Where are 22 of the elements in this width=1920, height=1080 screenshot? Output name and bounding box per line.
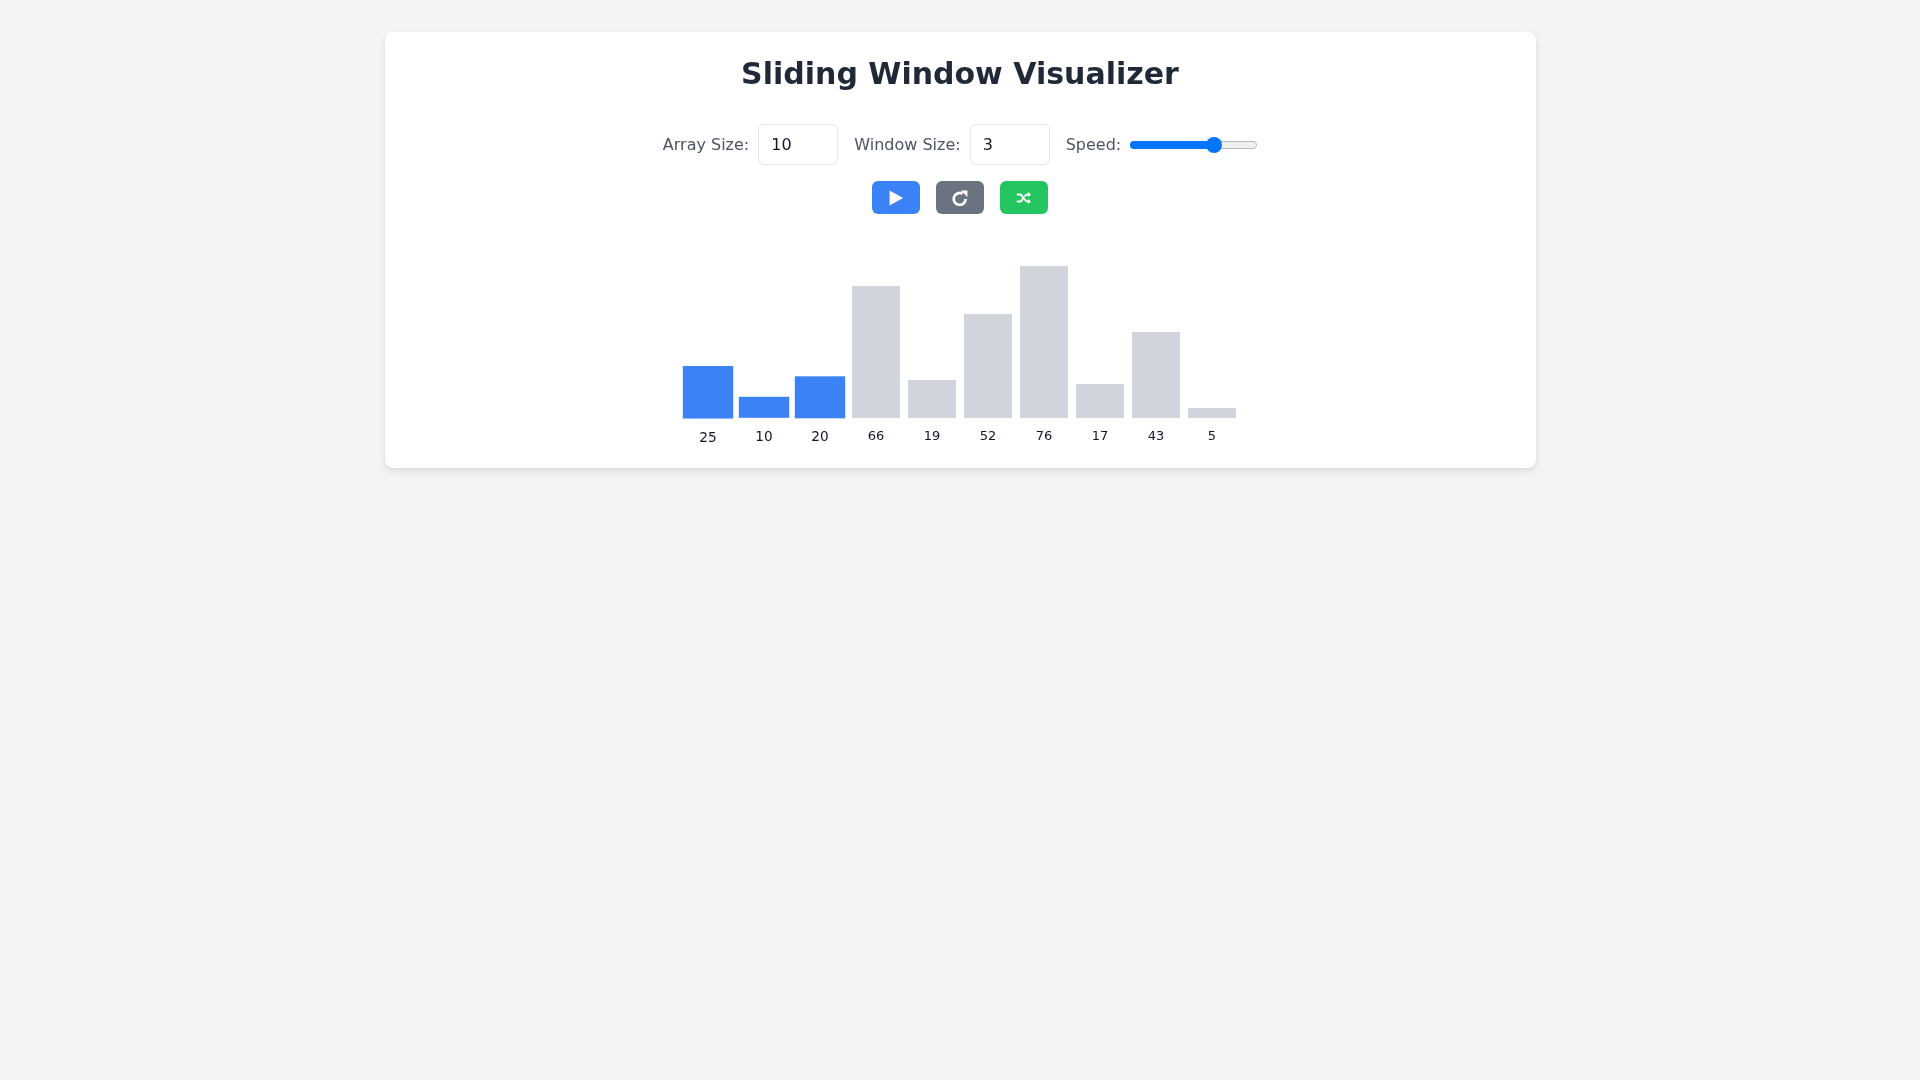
bar-value: 43 bbox=[1147, 427, 1165, 445]
bar-value: 52 bbox=[979, 427, 997, 445]
reset-button[interactable] bbox=[936, 181, 984, 214]
bar-value: 25 bbox=[699, 428, 717, 447]
circular-arrow-icon bbox=[952, 189, 968, 206]
bar-value: 76 bbox=[1035, 427, 1053, 445]
bar-value: 19 bbox=[923, 427, 941, 445]
play-icon bbox=[888, 189, 904, 206]
page-title: Sliding Window Visualizer bbox=[741, 56, 1179, 92]
shuffle-icon bbox=[1016, 189, 1032, 206]
bar-value: 5 bbox=[1207, 427, 1217, 445]
window-size-input[interactable]: 3 bbox=[969, 124, 1050, 165]
speed-label: Speed: bbox=[1065, 135, 1122, 154]
bar-value: 17 bbox=[1091, 427, 1109, 445]
array-size-input[interactable]: 10 bbox=[758, 124, 839, 165]
window-size-label: Window Size: bbox=[854, 135, 961, 154]
shuffle-button[interactable] bbox=[1000, 181, 1048, 214]
play-button[interactable] bbox=[872, 181, 920, 214]
array-size-label: Array Size: bbox=[662, 135, 750, 154]
bar-value: 66 bbox=[867, 427, 885, 445]
bar-value: 10 bbox=[755, 427, 773, 447]
bar-value: 20 bbox=[811, 427, 829, 447]
